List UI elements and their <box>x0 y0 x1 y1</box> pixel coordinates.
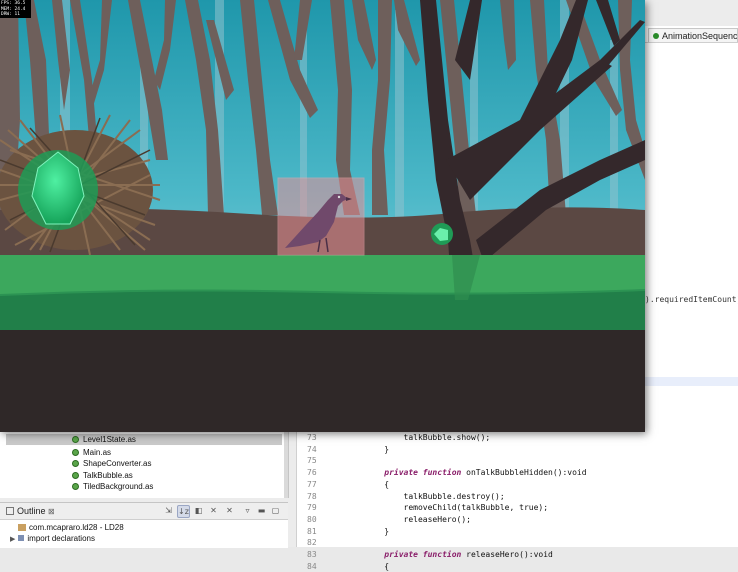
outline-tab[interactable]: Outline ⊠ <box>6 505 55 518</box>
line-number: 77 <box>307 479 317 489</box>
line-number: 76 <box>307 468 317 478</box>
expand-arrow-icon[interactable]: ▶ <box>10 536 15 543</box>
line-number: 79 <box>307 503 317 513</box>
outline-imports-row[interactable]: ▶ import declarations <box>10 534 95 545</box>
actionscript-file-icon <box>72 449 79 456</box>
partial-code-line: ).requiredItemCount) <box>645 295 738 304</box>
code-editor[interactable]: 73 talkBubble.show(); 74 } 75 76 private fu… <box>296 432 738 571</box>
actionscript-file-icon <box>72 472 79 479</box>
selected-row-highlight <box>6 434 282 445</box>
code-line[interactable]: releaseHero(); <box>365 514 471 526</box>
minimize-icon[interactable]: ▬ <box>256 505 267 516</box>
debug-stats-panel: FPS: 36.5 MEM: 24.4 DRW: 11 <box>0 0 31 18</box>
code-line[interactable]: private function releaseHero():void <box>365 549 553 561</box>
line-number: 81 <box>307 526 317 536</box>
outline-icon <box>6 507 14 515</box>
drw-readout: DRW: 11 <box>1 12 20 17</box>
view-menu-icon[interactable]: ▿ <box>242 505 253 516</box>
file-item[interactable]: Level1State.as <box>72 434 136 445</box>
actionscript-file-icon <box>72 460 79 467</box>
hide-fields-icon[interactable]: ◧ <box>193 505 204 516</box>
file-item[interactable]: TalkBubble.as <box>72 470 133 481</box>
file-item[interactable]: TiledBackground.as <box>72 481 153 492</box>
code-line[interactable]: private function onTalkBubbleHidden():vo… <box>365 467 586 479</box>
grass-bottom <box>0 290 645 330</box>
line-number: 78 <box>307 491 317 501</box>
editor-tab[interactable]: AnimationSequence.as <box>648 28 738 42</box>
code-line[interactable]: talkBubble.destroy(); <box>365 491 505 503</box>
hide-nonpublic-icon[interactable]: ✕ <box>224 505 235 516</box>
line-number: 74 <box>307 444 317 454</box>
outline-class-row[interactable]: com.mcapraro.ld28 - LD28 <box>18 523 124 533</box>
code-line[interactable]: } <box>365 526 389 538</box>
package-explorer[interactable]: Level1State.as Main.as ShapeConverter.as… <box>0 432 289 498</box>
maximize-icon[interactable]: ▢ <box>270 505 281 516</box>
editor-tab-divider <box>645 42 738 43</box>
code-line[interactable]: { <box>365 561 389 572</box>
code-line[interactable]: talkBubble.show(); <box>365 432 491 444</box>
line-number: 80 <box>307 514 317 524</box>
line-number: 83 <box>307 550 317 559</box>
as-file-icon <box>653 33 659 39</box>
game-window[interactable]: FPS: 36.5 MEM: 24.4 DRW: 11 <box>0 0 645 432</box>
file-pane-scrollbar[interactable] <box>284 432 288 498</box>
line-number: 73 <box>307 433 317 442</box>
line-number: 82 <box>307 538 317 548</box>
soil <box>0 330 645 432</box>
actionscript-file-icon <box>72 483 79 490</box>
editor-tab-label: AnimationSequence.as <box>662 31 738 41</box>
actionscript-file-icon <box>72 436 79 443</box>
import-icon <box>18 535 25 541</box>
code-line[interactable]: { <box>365 479 389 491</box>
code-line[interactable]: removeChild(talkBubble, true); <box>365 502 549 514</box>
game-canvas[interactable] <box>0 0 645 432</box>
current-line-highlight <box>645 377 738 386</box>
close-icon[interactable]: ⊠ <box>48 507 55 516</box>
collapse-all-icon[interactable]: ⇲ <box>163 505 174 516</box>
grass-top <box>0 255 645 295</box>
code-line[interactable]: } <box>365 444 389 456</box>
outline-header: Outline ⊠ ⇲ ↓z ◧ ✕ ✕ ▿ ▬ ▢ <box>0 503 288 520</box>
package-icon <box>18 524 26 531</box>
line-number: 84 <box>307 561 317 571</box>
line-number: 75 <box>307 456 317 466</box>
outline-view[interactable]: Outline ⊠ ⇲ ↓z ◧ ✕ ✕ ▿ ▬ ▢ com.mcapraro.… <box>0 502 288 548</box>
file-item[interactable]: Main.as <box>72 447 111 458</box>
file-item[interactable]: ShapeConverter.as <box>72 458 152 469</box>
hide-static-icon[interactable]: ✕ <box>208 505 219 516</box>
sort-icon[interactable]: ↓z <box>177 505 190 518</box>
